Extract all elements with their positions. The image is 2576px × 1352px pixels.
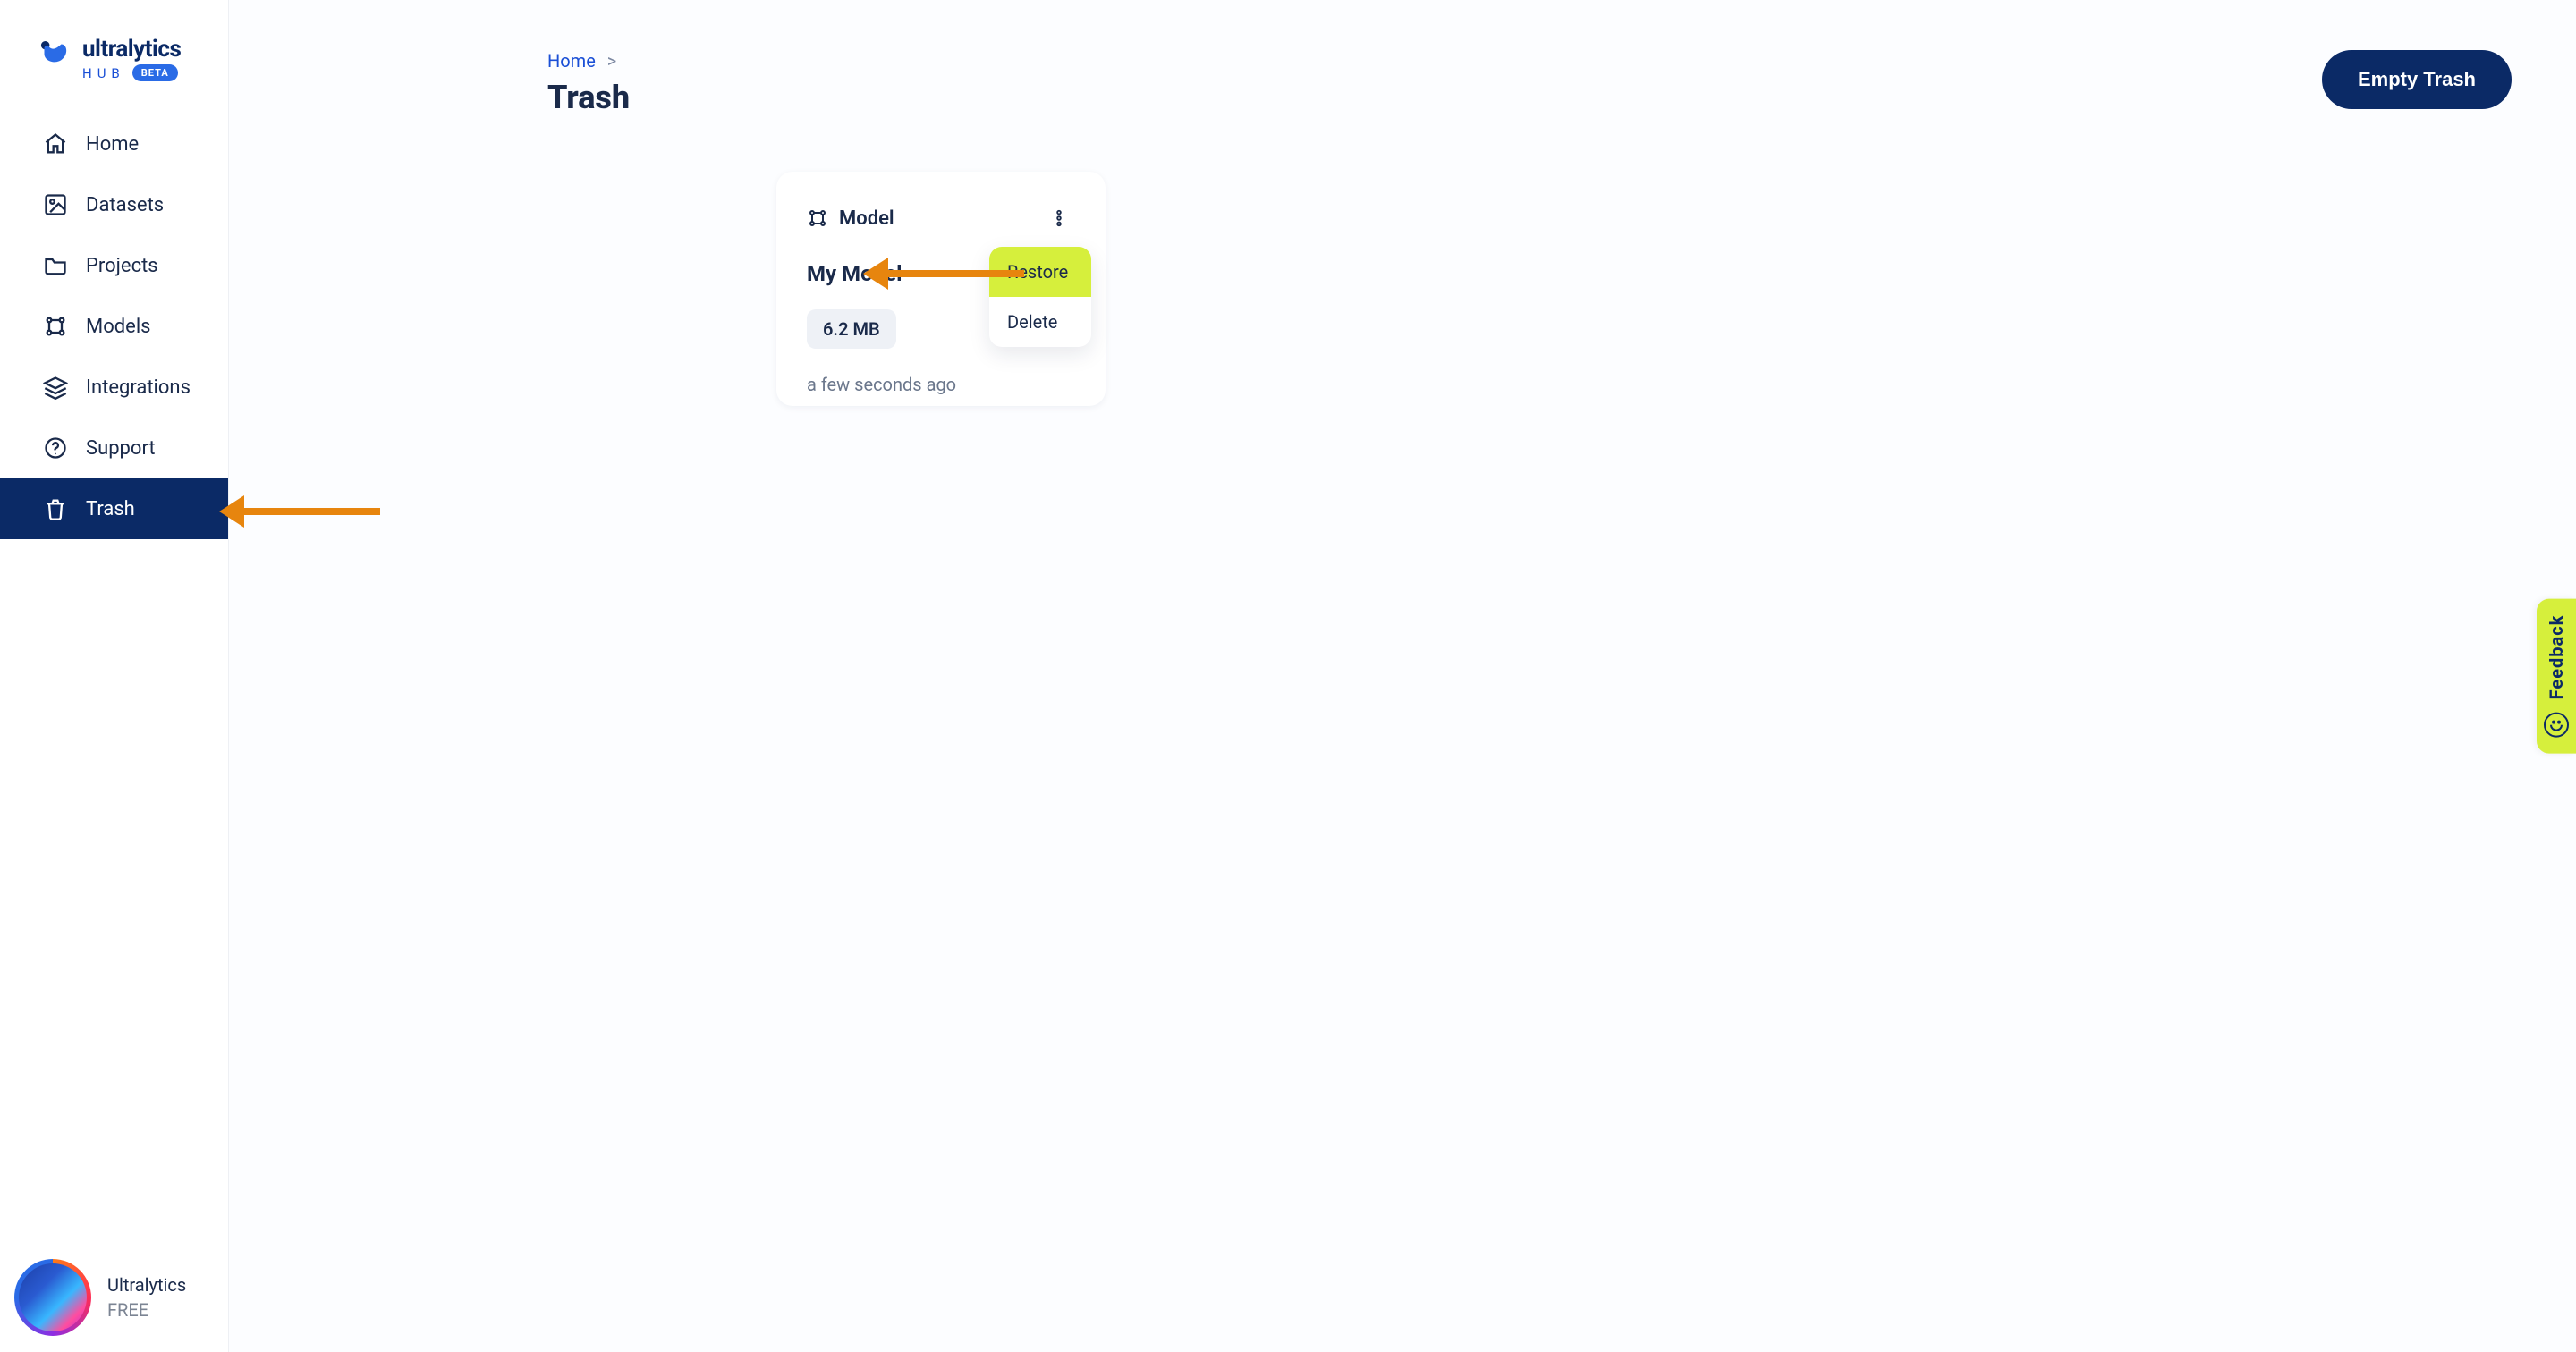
sidebar-item-label: Home: [86, 133, 139, 156]
sidebar-item-label: Datasets: [86, 194, 164, 216]
home-icon: [43, 131, 68, 156]
avatar-meta: Ultralytics FREE: [107, 1274, 186, 1321]
annotation-arrow-trash: [219, 495, 380, 528]
sidebar-item-integrations[interactable]: Integrations: [0, 357, 228, 418]
header-actions: Empty Trash: [2322, 50, 2512, 109]
sidebar-item-label: Models: [86, 316, 151, 338]
user-plan: FREE: [107, 1299, 186, 1321]
title-block: Home > Trash: [547, 50, 630, 116]
empty-trash-button[interactable]: Empty Trash: [2322, 50, 2512, 109]
feedback-label: Feedback: [2546, 615, 2567, 700]
card-type-label: Model: [839, 207, 894, 230]
brand-logo: [36, 36, 70, 70]
brand-beta-badge: BETA: [132, 64, 178, 81]
page-header: Home > Trash Empty Trash: [229, 0, 2576, 116]
sidebar-item-label: Projects: [86, 255, 158, 277]
brand: ultralytics HUB BETA: [0, 0, 228, 103]
card-size-chip: 6.2 MB: [807, 309, 896, 349]
sidebar: ultralytics HUB BETA Home Datasets Proje…: [0, 0, 229, 1352]
breadcrumb-sep: >: [607, 50, 616, 72]
annotation-arrow-restore: [863, 258, 1024, 290]
breadcrumb: Home >: [547, 50, 630, 72]
page-title: Trash: [547, 79, 630, 116]
sidebar-item-label: Integrations: [86, 376, 191, 399]
help-icon: [43, 435, 68, 461]
brand-text: ultralytics HUB BETA: [82, 36, 181, 81]
sidebar-item-label: Support: [86, 437, 156, 460]
sidebar-item-models[interactable]: Models: [0, 296, 228, 357]
card-header: Model: [807, 202, 1075, 234]
menu-item-delete[interactable]: Delete: [989, 297, 1091, 347]
breadcrumb-home[interactable]: Home: [547, 50, 596, 72]
models-icon: [807, 207, 828, 229]
sidebar-item-projects[interactable]: Projects: [0, 235, 228, 296]
smile-icon: [2544, 712, 2569, 737]
sidebar-item-support[interactable]: Support: [0, 418, 228, 478]
card-kebab-button[interactable]: [1043, 202, 1075, 234]
avatar[interactable]: [14, 1259, 91, 1336]
card-time: a few seconds ago: [807, 374, 1075, 395]
brand-name: ultralytics: [82, 36, 181, 63]
user-name: Ultralytics: [107, 1274, 186, 1296]
feedback-tab[interactable]: Feedback: [2537, 599, 2576, 754]
brand-hub-text: HUB: [82, 65, 125, 81]
layers-icon: [43, 375, 68, 400]
sidebar-item-home[interactable]: Home: [0, 114, 228, 174]
image-icon: [43, 192, 68, 217]
card-type: Model: [807, 207, 894, 230]
brand-sub: HUB BETA: [82, 64, 181, 81]
sidebar-footer: Ultralytics FREE: [0, 1243, 228, 1352]
main: Home > Trash Empty Trash Model My Model …: [229, 0, 2576, 1352]
sidebar-item-label: Trash: [86, 498, 135, 520]
models-icon: [43, 314, 68, 339]
sidebar-nav: Home Datasets Projects Models Integratio…: [0, 114, 228, 539]
folder-icon: [43, 253, 68, 278]
sidebar-item-trash[interactable]: Trash: [0, 478, 228, 539]
sidebar-item-datasets[interactable]: Datasets: [0, 174, 228, 235]
trash-icon: [43, 496, 68, 521]
